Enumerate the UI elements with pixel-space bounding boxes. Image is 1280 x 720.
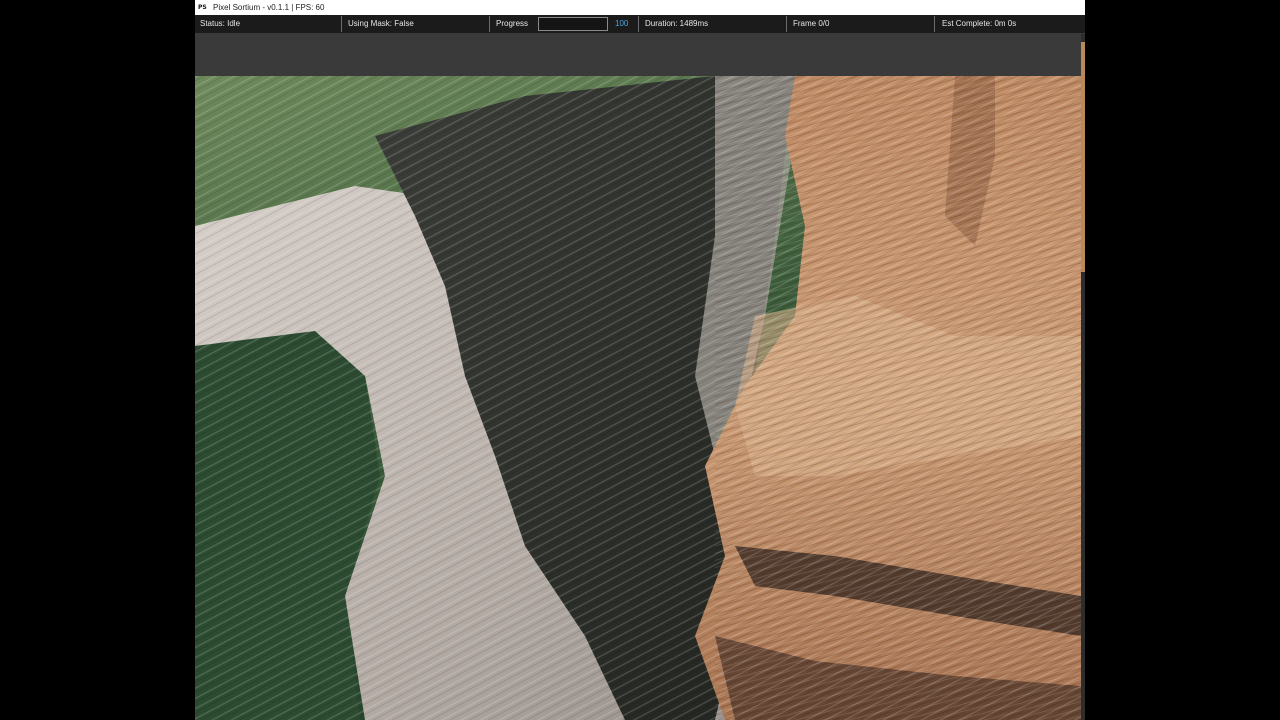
window-title: Pixel Sortium - v0.1.1 | FPS: 60 <box>213 3 325 12</box>
app-logo-icon: PS <box>198 4 207 11</box>
status-text: Status: Idle <box>200 19 241 28</box>
duration-text: Duration: 1489ms <box>645 19 709 28</box>
progress-value: 100 <box>615 19 629 28</box>
frame-counter: Frame 0/0 <box>793 19 830 28</box>
status-divider <box>638 16 639 32</box>
status-divider <box>934 16 935 32</box>
progress-bar <box>538 17 608 31</box>
status-divider <box>786 16 787 32</box>
title-bar: PS Pixel Sortium - v0.1.1 | FPS: 60 <box>195 0 1085 15</box>
image-canvas[interactable] <box>195 76 1081 720</box>
mask-status-text: Using Mask: False <box>348 19 414 28</box>
app-window: PS Pixel Sortium - v0.1.1 | FPS: 60 Stat… <box>195 0 1085 720</box>
scrollbar-thumb[interactable] <box>1081 42 1085 272</box>
status-divider <box>341 16 342 32</box>
status-divider <box>489 16 490 32</box>
status-bar: Status: Idle Using Mask: False Progress … <box>195 15 1085 34</box>
estimate-text: Est Complete: 0m 0s <box>942 19 1017 28</box>
toolbar-area[interactable] <box>195 34 1085 77</box>
pixel-sorted-image <box>195 76 1081 720</box>
progress-label: Progress <box>496 19 529 28</box>
